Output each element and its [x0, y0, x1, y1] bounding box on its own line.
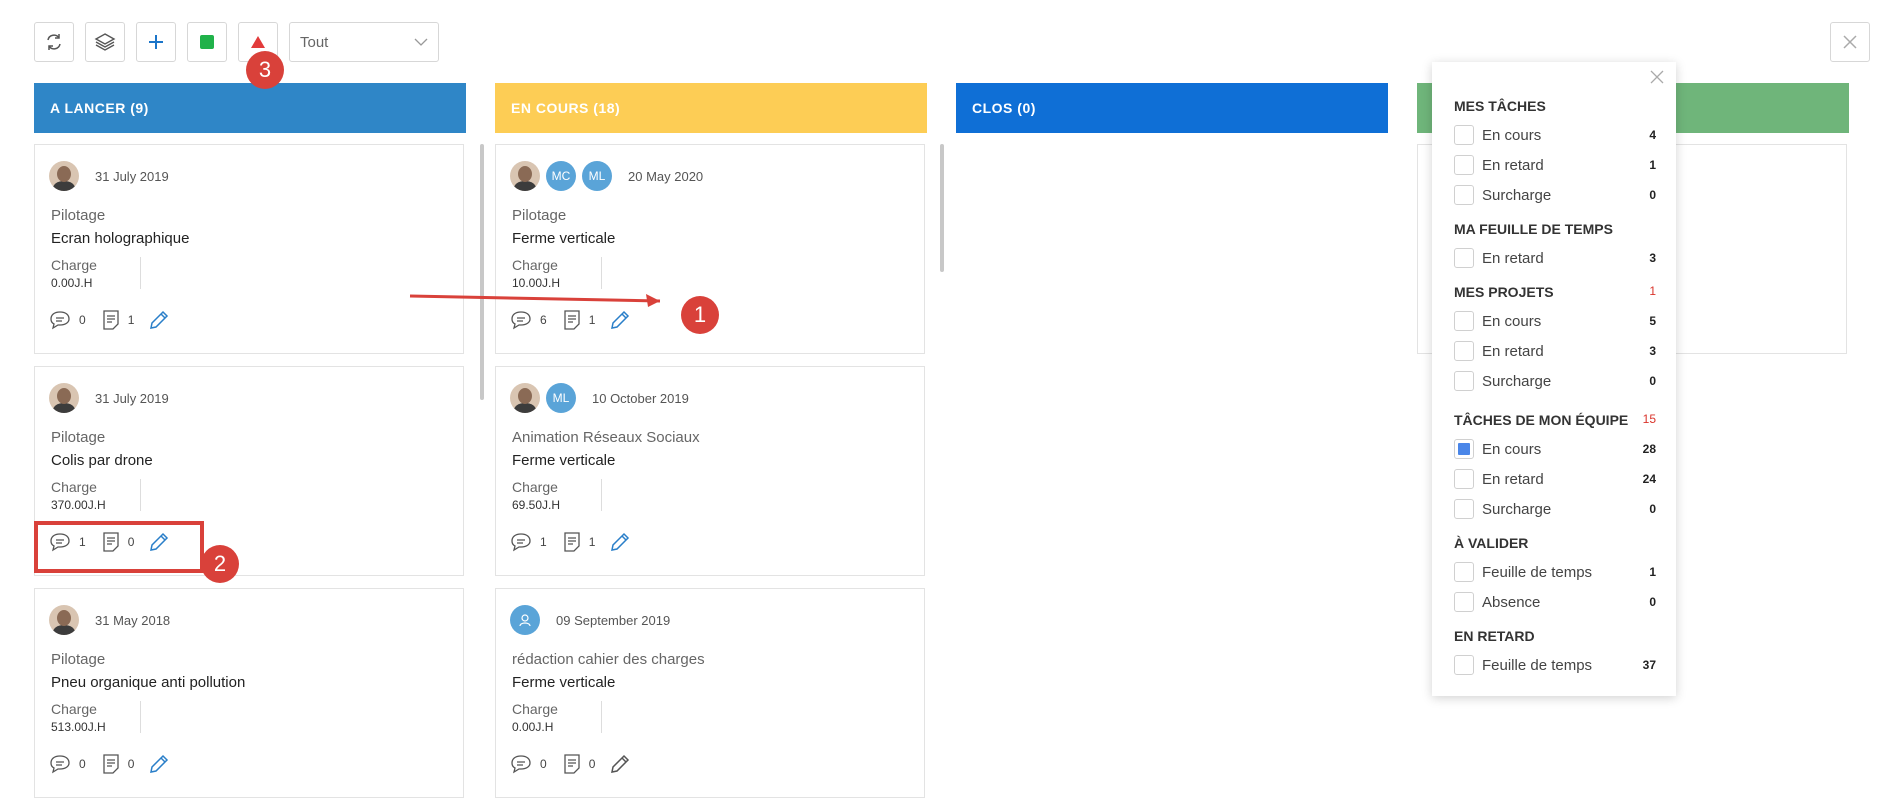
annotation-badge-3: 3	[246, 51, 284, 89]
annotation-highlight-box	[34, 521, 204, 573]
annotation-badge-2: 2	[201, 545, 239, 583]
annotation-badge-1: 1	[681, 296, 719, 334]
annotation-arrow	[409, 294, 661, 307]
